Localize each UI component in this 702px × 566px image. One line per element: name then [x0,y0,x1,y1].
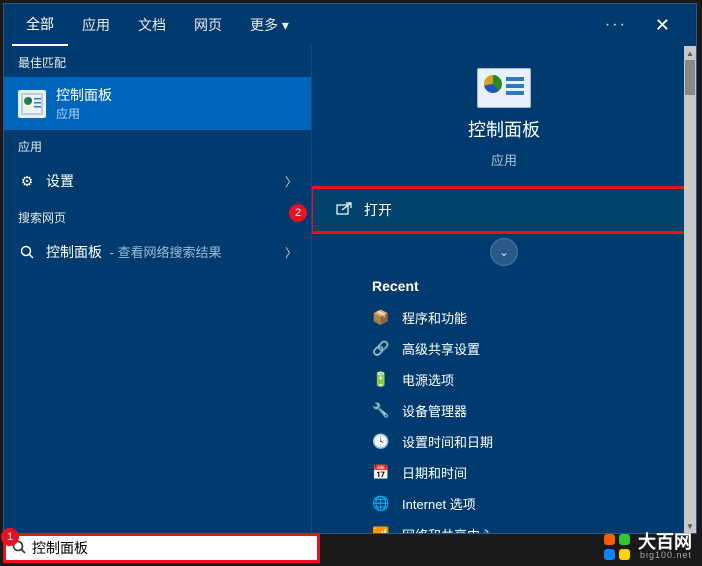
search-results-panel: 全部 应用 文档 网页 更多 ▾ ··· ✕ 最佳匹配 控制面板 应用 应用 [3,3,697,534]
recent-list: 📦程序和功能 🔗高级共享设置 🔋电源选项 🔧设备管理器 🕓设置时间和日期 📅日期… [312,302,696,533]
datetime-icon: 📅 [372,464,390,482]
best-match-item[interactable]: 控制面板 应用 [4,77,311,130]
chevron-down-icon: ⌄ [499,245,509,259]
chevron-right-icon: 〉 [285,173,297,190]
power-icon: 🔋 [372,371,390,389]
recent-item[interactable]: 🕓设置时间和日期 [312,426,696,457]
datetime-settings-icon: 🕓 [372,433,390,451]
open-label: 打开 [364,200,392,220]
watermark-url: big100.net [638,551,692,560]
section-best-match: 最佳匹配 [4,46,311,77]
best-match-subtitle: 应用 [56,105,112,122]
scroll-up-icon[interactable]: ▲ [684,46,696,60]
recent-item[interactable]: 📅日期和时间 [312,457,696,488]
search-box[interactable] [3,533,320,563]
close-button[interactable]: ✕ [645,9,680,42]
network-center-icon: 📶 [372,526,390,534]
chevron-down-icon: ▾ [282,17,289,33]
internet-options-icon: 🌐 [372,495,390,513]
watermark: 大百网 big100.net [604,533,692,560]
expand-button[interactable]: ⌄ [490,238,518,266]
scrollbar-thumb[interactable] [685,60,695,95]
recent-item[interactable]: 🔗高级共享设置 [312,333,696,364]
gear-icon: ⚙ [18,172,36,190]
filter-tabs: 全部 应用 文档 网页 更多 ▾ ··· ✕ [4,4,696,46]
annotation-badge-1: 1 [1,528,19,546]
recent-item[interactable]: 🔋电源选项 [312,364,696,395]
section-web: 搜索网页 [4,201,311,232]
programs-icon: 📦 [372,309,390,327]
section-apps: 应用 [4,130,311,161]
web-query-text: 控制面板 - 查看网络搜索结果 [46,242,222,262]
sharing-icon: 🔗 [372,340,390,358]
device-manager-icon: 🔧 [372,402,390,420]
control-panel-icon [18,90,46,118]
recent-item[interactable]: 🔧设备管理器 [312,395,696,426]
tab-apps[interactable]: 应用 [68,5,124,45]
watermark-title: 大百网 [638,533,692,551]
chevron-right-icon: 〉 [285,244,297,261]
annotation-badge-2: 2 [289,204,307,222]
recent-item[interactable]: 🌐Internet 选项 [312,488,696,519]
control-panel-icon [477,68,531,108]
detail-pane: 控制面板 应用 打开 ⌄ Recent 📦程序和功能 🔗高级共享设置 🔋电源选项… [311,46,696,533]
scrollbar[interactable]: ▲ ▼ [684,46,696,533]
recent-item[interactable]: 📶网络和共享中心 [312,519,696,533]
results-list: 最佳匹配 控制面板 应用 应用 ⚙ 设置 〉 搜索网页 [4,46,311,533]
scroll-down-icon[interactable]: ▼ [684,519,696,533]
tab-web[interactable]: 网页 [180,5,236,45]
detail-subtitle: 应用 [491,150,517,169]
tab-all[interactable]: 全部 [12,4,68,46]
watermark-logo-icon [604,534,630,560]
web-search-result[interactable]: 控制面板 - 查看网络搜索结果 〉 [4,232,311,272]
search-icon [18,243,36,261]
recent-item[interactable]: 📦程序和功能 [312,302,696,333]
more-options-icon[interactable]: ··· [605,16,627,34]
open-action[interactable]: 打开 [312,188,696,232]
detail-title: 控制面板 [468,116,540,142]
tab-documents[interactable]: 文档 [124,5,180,45]
settings-result[interactable]: ⚙ 设置 〉 [4,161,311,201]
best-match-title: 控制面板 [56,85,112,105]
open-icon [336,202,352,218]
tab-more[interactable]: 更多 ▾ [236,5,303,45]
recent-section-label: Recent [312,272,696,302]
search-input[interactable] [32,540,311,556]
settings-label: 设置 [46,171,74,191]
